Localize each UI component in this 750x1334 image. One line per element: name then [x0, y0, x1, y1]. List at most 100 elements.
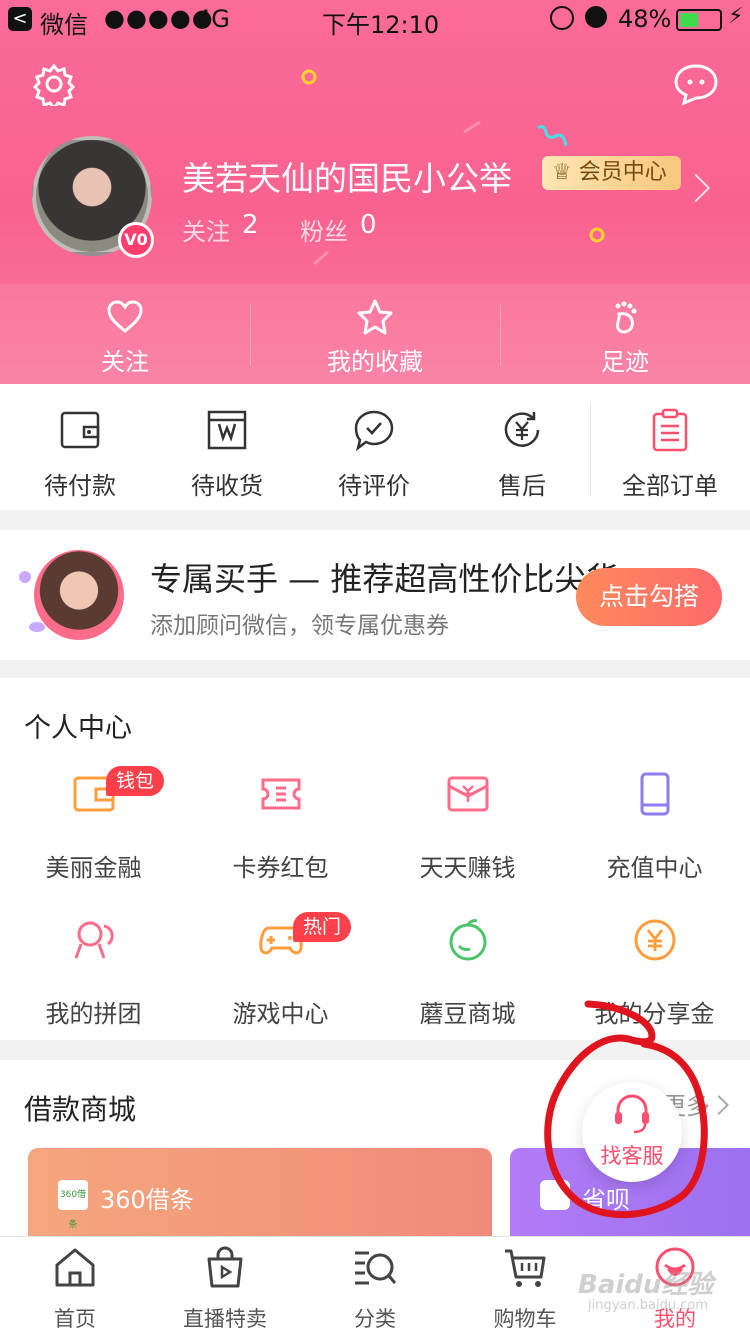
item-group-buy[interactable]: 我的拼团: [0, 918, 187, 1038]
clock: 下午12:10: [322, 11, 440, 39]
profile-header: < 微信 ●●●●● 4G 下午12:10 48% ⚡ V0 美若天仙的国民小公…: [0, 0, 750, 384]
member-center-label: 会员中心: [578, 160, 667, 185]
wallet-tag: 钱包: [106, 766, 165, 796]
tab-follow-label: 关注: [101, 348, 149, 376]
decor-dash-icon: [463, 120, 481, 134]
order-pending-receipt-label: 待收货: [191, 472, 263, 500]
battery-icon: [676, 9, 722, 31]
tab-category-label: 分类: [354, 1307, 396, 1331]
yen-coin-icon: [634, 919, 675, 961]
order-all-label: 全部订单: [622, 472, 718, 500]
yen-refresh-icon: [504, 412, 540, 447]
loan-card-label: 360借条: [100, 1186, 194, 1214]
home-icon: [55, 1248, 95, 1287]
cart-icon: [505, 1249, 546, 1287]
tab-footprint[interactable]: 足迹: [500, 284, 750, 384]
status-bar: < 微信 ●●●●● 4G 下午12:10 48% ⚡: [0, 0, 750, 40]
member-center-button[interactable]: ♕ 会员中心: [542, 156, 681, 190]
item-bean-mall[interactable]: 蘑豆商城: [374, 918, 561, 1038]
decor-dot-icon: [19, 571, 31, 583]
order-after-sales-label: 售后: [498, 472, 546, 500]
item-label: 游戏中心: [232, 1000, 329, 1028]
follow-count[interactable]: 2: [242, 210, 259, 240]
tab-live-sale[interactable]: 直播特卖: [150, 1237, 300, 1334]
app-screen: < 微信 ●●●●● 4G 下午12:10 48% ⚡ V0 美若天仙的国民小公…: [0, 0, 750, 1334]
message-icon[interactable]: [672, 62, 720, 106]
shopper-avatar: [34, 550, 124, 640]
ticket-icon: [261, 778, 300, 810]
clipboard-icon: [652, 408, 688, 452]
item-label: 蘑豆商城: [419, 1000, 516, 1028]
settings-gear-icon[interactable]: [32, 62, 76, 106]
decor-circle-icon: [301, 69, 317, 85]
profile-chevron-icon[interactable]: [681, 173, 711, 203]
personal-shopper-banner[interactable]: 专属买手 — 推荐超高性价比尖货 添加顾问微信，领专属优惠券 点击勾搭: [0, 530, 750, 660]
order-pending-payment[interactable]: 待付款: [6, 384, 154, 510]
package-icon: [207, 410, 247, 450]
section-title: 借款商城: [24, 1093, 137, 1126]
wallet-icon: [60, 411, 100, 449]
item-recharge[interactable]: 充值中心: [561, 772, 748, 892]
order-pending-review[interactable]: 待评价: [300, 384, 448, 510]
order-after-sales[interactable]: 售后: [448, 384, 596, 510]
tab-cart-label: 购物车: [493, 1307, 557, 1331]
tab-follow[interactable]: 关注: [0, 284, 250, 384]
phone-icon: [640, 772, 669, 816]
rotation-lock-icon: [550, 6, 574, 30]
fans-label[interactable]: 粉丝: [300, 212, 348, 247]
chevron-right-icon[interactable]: [709, 1095, 729, 1115]
baidu-watermark-url: jingyan.baidu.com: [588, 1298, 708, 1313]
item-finance[interactable]: 钱包 美丽金融: [0, 766, 187, 892]
crown-icon: ♕: [552, 160, 579, 185]
item-label: 卡券红包: [232, 854, 329, 882]
live-bag-icon: [207, 1246, 243, 1288]
item-earn-money[interactable]: 天天赚钱: [374, 772, 561, 892]
tab-home-label: 首页: [54, 1307, 96, 1331]
star-icon: [357, 299, 393, 335]
item-coupons[interactable]: 卡券红包: [187, 772, 374, 892]
decor-squiggle-icon: [537, 125, 568, 147]
item-label: 天天赚钱: [419, 854, 516, 882]
order-pending-receipt[interactable]: 待收货: [153, 384, 301, 510]
item-label: 充值中心: [606, 854, 703, 882]
charging-icon: ⚡: [728, 4, 744, 29]
tab-home[interactable]: 首页: [0, 1237, 150, 1334]
heart-icon: [107, 300, 143, 333]
decor-dash-icon: [313, 250, 329, 266]
network-type: 4G: [196, 5, 230, 33]
money-envelope-icon: [447, 776, 488, 812]
profile-tabs: 关注 我的收藏 足迹: [0, 284, 750, 384]
tab-favorites-label: 我的收藏: [327, 348, 423, 376]
level-badge: V0: [118, 222, 154, 258]
bean-icon: [449, 919, 486, 961]
back-to-app-icon[interactable]: <: [8, 7, 32, 31]
promo-title: 专属买手 — 推荐超高性价比尖货: [150, 560, 619, 598]
divider: [590, 404, 591, 496]
item-game-center[interactable]: 热门 游戏中心: [187, 912, 374, 1038]
order-pending-payment-label: 待付款: [44, 472, 116, 500]
tab-favorites[interactable]: 我的收藏: [250, 284, 500, 384]
loan-card-360[interactable]: 360借条 360借条: [28, 1148, 492, 1248]
alarm-icon: [585, 6, 607, 28]
fans-count[interactable]: 0: [360, 210, 377, 240]
battery-level: [680, 13, 698, 27]
contact-button[interactable]: 点击勾搭: [576, 568, 722, 626]
order-shortcuts: 待付款 待收货 待评价 售后 全部订单: [0, 384, 750, 510]
order-all[interactable]: 全部订单: [596, 384, 744, 510]
promo-subtitle: 添加顾问微信，领专属优惠券: [150, 613, 449, 639]
category-search-icon: [355, 1251, 397, 1285]
decor-ring-icon: [589, 227, 605, 243]
hot-tag: 热门: [293, 912, 352, 942]
baidu-watermark: Baidu经验: [578, 1270, 714, 1300]
360-logo-icon: 360借条: [58, 1180, 88, 1230]
username[interactable]: 美若天仙的国民小公举: [182, 152, 512, 200]
section-title: 个人中心: [24, 713, 132, 744]
item-label: 美丽金融: [45, 854, 142, 882]
tab-category[interactable]: 分类: [300, 1237, 450, 1334]
annotation-circle: [544, 1000, 708, 1219]
back-app-name[interactable]: 微信: [40, 5, 88, 40]
item-label: 我的拼团: [45, 1000, 142, 1028]
footprint-icon: [615, 301, 637, 334]
tab-live-sale-label: 直播特卖: [183, 1307, 267, 1331]
follow-label[interactable]: 关注: [182, 212, 230, 247]
